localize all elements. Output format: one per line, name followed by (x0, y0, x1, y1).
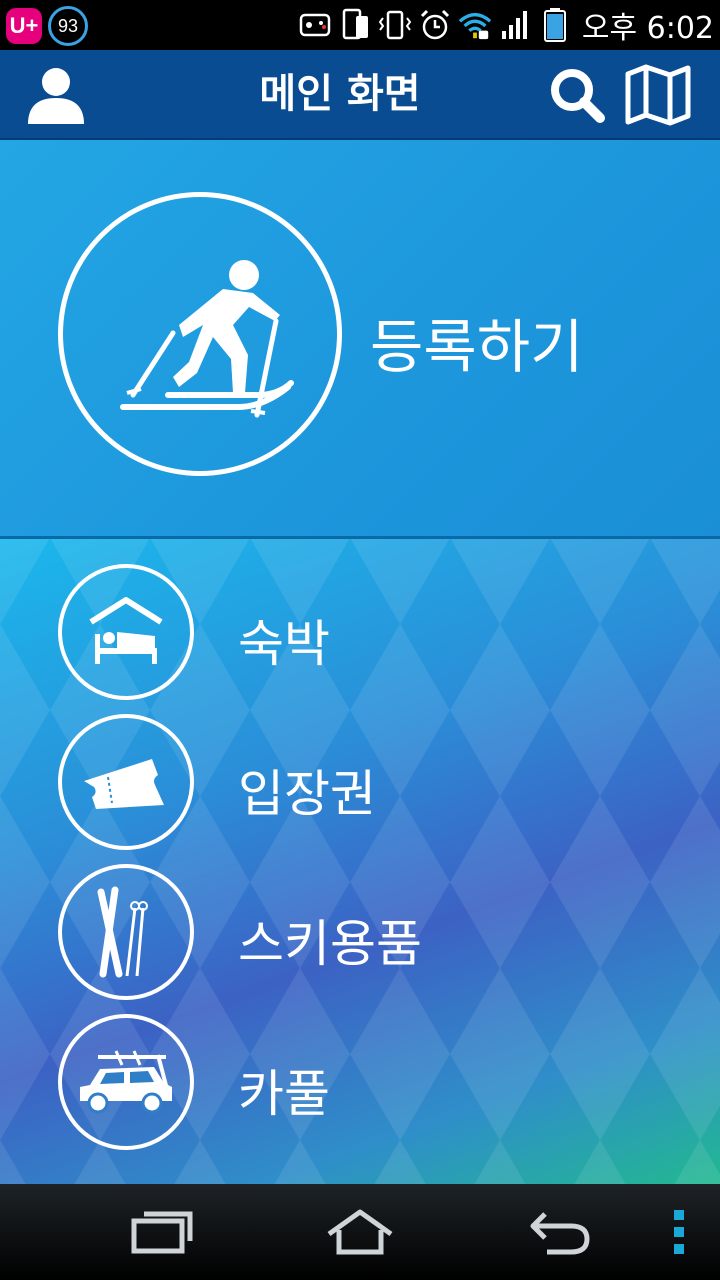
menu-item-label: 카풀 (238, 1065, 330, 1123)
menu-item-ski-equipment[interactable]: 스키용품 (0, 849, 720, 1000)
home-icon[interactable] (322, 1204, 398, 1260)
menu-item-ticket[interactable]: 입장권 (0, 699, 720, 850)
main-menu: 숙박 입장권 스키용품 카풀 (0, 539, 720, 1184)
back-icon[interactable] (524, 1204, 596, 1260)
alarm-icon (418, 8, 452, 42)
menu-item-label: 숙박 (238, 615, 330, 673)
system-nav-bar (0, 1184, 720, 1280)
menu-item-label: 입장권 (238, 765, 376, 823)
battery-icon (538, 8, 572, 42)
recent-apps-icon[interactable] (122, 1204, 202, 1260)
register-panel[interactable]: 등록하기 (0, 140, 720, 539)
status-bar: U+ 93 오후 6:02 (0, 0, 720, 50)
menu-item-lodging[interactable]: 숙박 (0, 549, 720, 700)
menu-item-label: 스키용품 (238, 915, 422, 973)
wifi-icon (458, 8, 492, 42)
carrier-badge: U+ (6, 8, 42, 44)
battery-level-badge: 93 (48, 6, 88, 46)
ski-equipment-icon (58, 864, 194, 1000)
clock-time: 오후 6:02 (581, 11, 714, 46)
phone-icon (338, 8, 372, 42)
app-bar: 메인 화면 (0, 50, 720, 140)
bed-icon (58, 564, 194, 700)
menu-item-carpool[interactable]: 카풀 (0, 999, 720, 1150)
car-icon (58, 1014, 194, 1150)
search-icon[interactable] (548, 66, 606, 124)
ticket-icon (58, 714, 194, 850)
signal-icon (498, 8, 532, 42)
menu-icon[interactable] (664, 1204, 694, 1260)
vibrate-icon (378, 8, 412, 42)
skier-icon (58, 192, 342, 476)
game-controller-icon (298, 8, 332, 42)
map-icon[interactable] (624, 64, 692, 126)
register-label: 등록하기 (370, 313, 584, 381)
